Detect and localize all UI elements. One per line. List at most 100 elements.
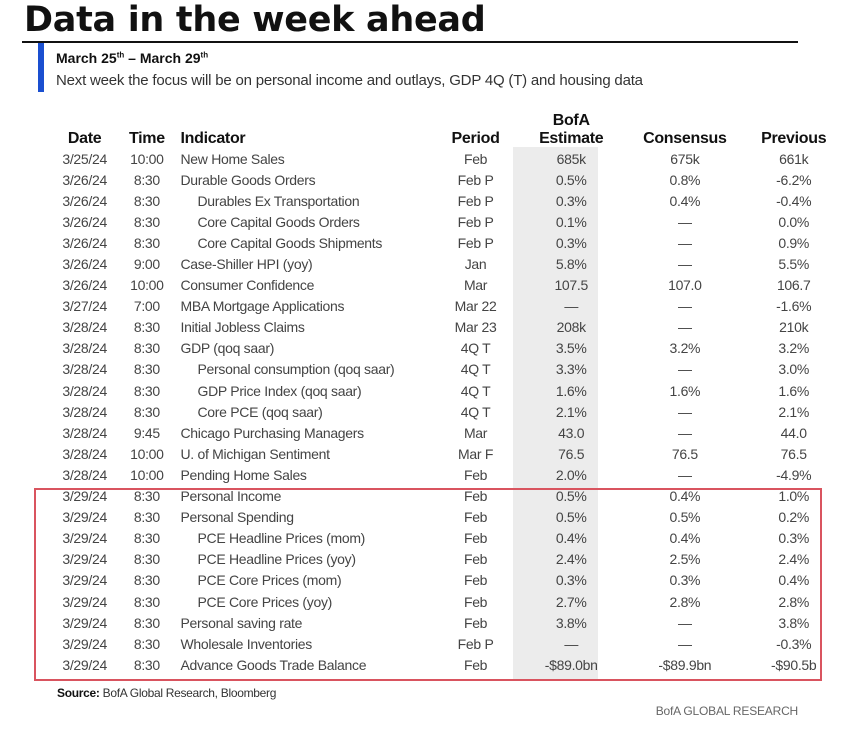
cell-time-text: 8:30	[133, 403, 160, 420]
date-range-start: March 25	[56, 50, 117, 66]
table-row: 3/26/24 10:00 Consumer Confidence Mar 107.5 1…	[52, 275, 848, 296]
cell-indicator: U. of Michigan Sentiment	[177, 443, 439, 464]
cell-period-text: Feb	[463, 656, 488, 673]
cell-date: 3/26/24	[52, 190, 117, 211]
cell-previous: 3.2%	[739, 338, 848, 359]
cell-period: Feb	[439, 148, 512, 169]
table-row: 3/29/24 8:30 Wholesale Inventories Feb P — — -…	[52, 633, 848, 654]
cell-indicator-text: PCE Headline Prices (yoy)	[197, 551, 357, 568]
table-row: 3/28/24 9:45 Chicago Purchasing Managers Ma…	[52, 422, 848, 443]
cell-bofa-estimate: 0.5%	[512, 486, 630, 507]
cell-period: Feb	[439, 507, 512, 528]
cell-time: 8:30	[117, 654, 176, 675]
cell-consensus: 76.5	[630, 443, 739, 464]
cell-indicator-text: Initial Jobless Claims	[180, 319, 305, 336]
cell-period: Feb P	[439, 232, 512, 253]
cell-period-text: Mar 23	[454, 319, 497, 336]
cell-previous: 76.5	[739, 443, 848, 464]
accent-bar	[38, 43, 44, 92]
cell-bofa-estimate: 0.5%	[512, 169, 630, 190]
cell-date: 3/26/24	[52, 211, 117, 232]
cell-consensus-text: —	[678, 256, 692, 273]
cell-date: 3/29/24	[52, 591, 117, 612]
cell-period-text: Feb	[463, 572, 488, 589]
cell-consensus-text: 0.4%	[669, 530, 701, 547]
date-range-end-suffix: th	[200, 50, 209, 60]
cell-bofa-estimate: —	[512, 296, 630, 317]
cell-consensus: 0.4%	[630, 528, 739, 549]
cell-period-text: 4Q T	[460, 361, 491, 378]
cell-date-text: 3/29/24	[62, 509, 107, 526]
cell-bofa-estimate-text: 76.5	[558, 445, 585, 462]
cell-date-text: 3/28/24	[62, 361, 107, 378]
cell-bofa-estimate-text: 3.3%	[555, 361, 587, 378]
cell-date-text: 3/28/24	[62, 466, 107, 483]
cell-period-text: Feb	[463, 614, 488, 631]
cell-indicator-text: Wholesale Inventories	[180, 635, 313, 652]
table-row: 3/29/24 8:30 PCE Headline Prices (mom) Feb 0…	[52, 528, 848, 549]
cell-date-text: 3/29/24	[62, 551, 107, 568]
cell-consensus-text: 0.3%	[669, 572, 701, 589]
cell-previous: 0.4%	[739, 570, 848, 591]
table-header-row: Date Time Indicator Period BofA Estimate …	[52, 106, 848, 148]
cell-time: 8:30	[117, 380, 176, 401]
cell-consensus: —	[630, 633, 739, 654]
cell-time: 8:30	[117, 211, 176, 232]
cell-previous-text: 0.2%	[778, 509, 810, 526]
cell-previous-text: 0.9%	[778, 234, 810, 251]
cell-bofa-estimate-text: 685k	[556, 150, 586, 167]
cell-previous-text: -0.3%	[776, 635, 812, 652]
cell-indicator: GDP (qoq saar)	[177, 338, 439, 359]
cell-time: 8:30	[117, 338, 176, 359]
cell-period-text: Mar 22	[454, 298, 497, 315]
cell-previous-text: 3.0%	[778, 361, 810, 378]
table-row: 3/26/24 9:00 Case-Shiller HPI (yoy) Jan 5.8%…	[52, 253, 848, 274]
table-row: 3/28/24 10:00 U. of Michigan Sentiment Mar …	[52, 443, 848, 464]
cell-consensus-text: 675k	[670, 150, 700, 167]
cell-bofa-estimate: 2.1%	[512, 401, 630, 422]
cell-indicator-text: PCE Core Prices (mom)	[197, 572, 342, 589]
cell-previous-text: 210k	[779, 319, 809, 336]
cell-indicator: Core Capital Goods Shipments	[177, 232, 439, 253]
cell-consensus-text: 0.4%	[669, 488, 701, 505]
date-range: March 25th – March 29th	[56, 50, 208, 66]
cell-indicator-text: GDP (qoq saar)	[180, 340, 275, 357]
cell-indicator-text: PCE Headline Prices (mom)	[197, 530, 366, 547]
cell-previous-text: -1.6%	[776, 298, 812, 315]
column-header-consensus: Consensus	[643, 130, 727, 147]
cell-time-text: 8:30	[133, 171, 160, 188]
cell-bofa-estimate: 76.5	[512, 443, 630, 464]
cell-indicator: Core PCE (qoq saar)	[177, 401, 439, 422]
cell-period-text: Feb	[463, 551, 488, 568]
cell-date: 3/28/24	[52, 338, 117, 359]
cell-bofa-estimate-text: 2.1%	[555, 403, 587, 420]
cell-previous: -1.6%	[739, 296, 848, 317]
cell-consensus-text: 2.8%	[669, 593, 701, 610]
cell-indicator: Durable Goods Orders	[177, 169, 439, 190]
cell-time-text: 8:30	[133, 572, 160, 589]
cell-date: 3/26/24	[52, 232, 117, 253]
cell-date: 3/29/24	[52, 486, 117, 507]
cell-bofa-estimate: 3.5%	[512, 338, 630, 359]
cell-date-text: 3/29/24	[62, 635, 107, 652]
cell-bofa-estimate: 1.6%	[512, 380, 630, 401]
cell-date-text: 3/28/24	[62, 382, 107, 399]
cell-consensus: —	[630, 211, 739, 232]
cell-period: 4Q T	[439, 380, 512, 401]
cell-date-text: 3/26/24	[62, 213, 107, 230]
cell-consensus-text: —	[678, 403, 692, 420]
cell-previous: 106.7	[739, 275, 848, 296]
cell-date-text: 3/26/24	[62, 192, 107, 209]
cell-time-text: 9:45	[133, 424, 160, 441]
cell-time: 7:00	[117, 296, 176, 317]
cell-bofa-estimate: 3.3%	[512, 359, 630, 380]
cell-date-text: 3/29/24	[62, 656, 107, 673]
cell-previous-text: 3.8%	[778, 614, 810, 631]
cell-date-text: 3/28/24	[62, 445, 107, 462]
cell-period: Feb	[439, 549, 512, 570]
cell-indicator: Personal Income	[177, 486, 439, 507]
cell-period-text: Feb P	[457, 234, 494, 251]
table-row: 3/27/24 7:00 MBA Mortgage Applications Mar …	[52, 296, 848, 317]
cell-previous: 3.0%	[739, 359, 848, 380]
cell-date: 3/26/24	[52, 169, 117, 190]
